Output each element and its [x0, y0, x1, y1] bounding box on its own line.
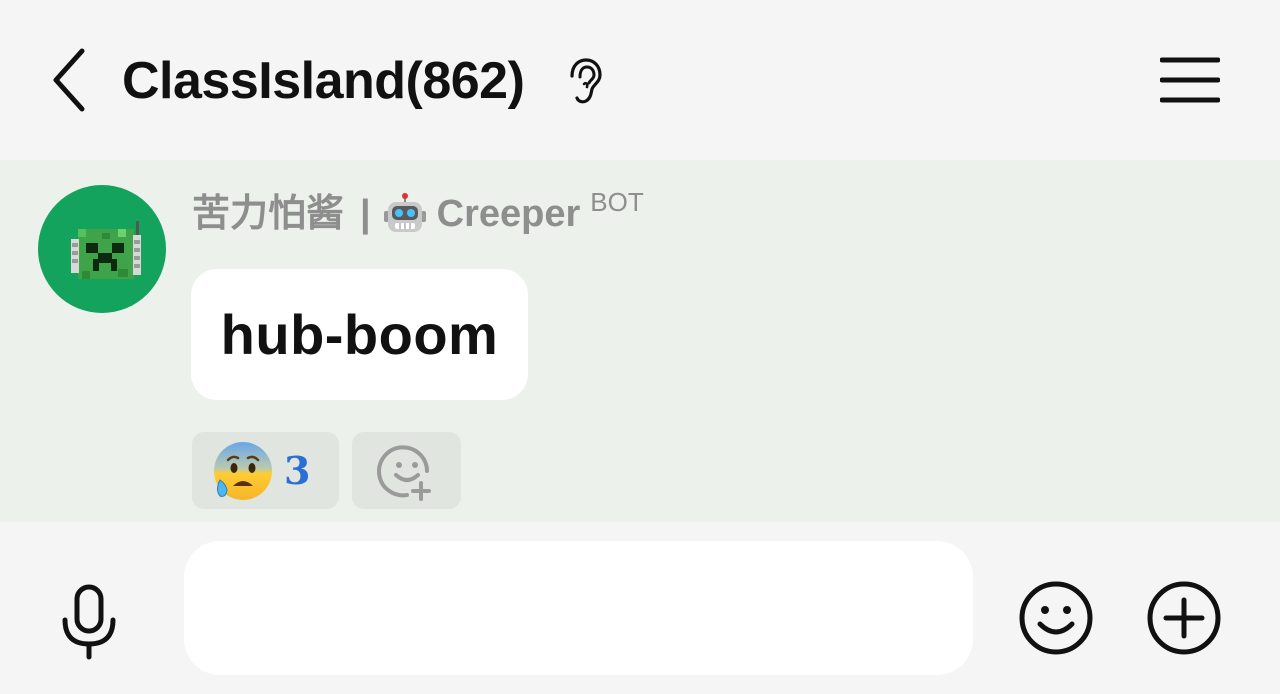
message-bubble[interactable]: hub-boom: [191, 269, 528, 400]
composer-bar: [0, 522, 1280, 694]
reaction-chip[interactable]: 3: [192, 432, 339, 509]
message-text: hub-boom: [220, 303, 499, 366]
more-actions-button[interactable]: [1144, 578, 1224, 658]
add-reaction-button[interactable]: [352, 432, 461, 509]
add-reaction-icon: [376, 444, 431, 501]
smiley-icon: [1019, 581, 1093, 655]
chat-title: ClassIsland(862): [122, 52, 525, 110]
creeper-robot-avatar: [71, 221, 141, 279]
back-button[interactable]: [40, 42, 96, 118]
message-input[interactable]: [184, 541, 973, 675]
chat-header: ClassIsland(862): [0, 0, 1280, 160]
anxious-face-with-sweat-emoji: [214, 442, 272, 500]
chevron-left-icon: [53, 48, 85, 112]
name-separator: |: [360, 193, 371, 235]
sender-handle: Creeper: [436, 193, 581, 235]
menu-button[interactable]: [1150, 48, 1230, 112]
sender-avatar[interactable]: [38, 185, 166, 313]
message-list[interactable]: 苦力怕酱 | Creeper BOT hub-boom 3: [0, 160, 1280, 522]
voice-button[interactable]: [50, 580, 128, 664]
bot-tag: BOT: [590, 187, 644, 217]
plus-circle-icon: [1147, 581, 1221, 655]
sender-name: 苦力怕酱: [192, 193, 345, 235]
robot-face-emoji: [383, 193, 426, 232]
reaction-count: 3: [284, 448, 311, 493]
hamburger-menu-icon: [1160, 57, 1220, 103]
emoji-button[interactable]: [1016, 578, 1096, 658]
microphone-icon: [62, 584, 116, 660]
sender-name-line: 苦力怕酱 | Creeper BOT: [192, 187, 644, 240]
ear-icon[interactable]: [564, 56, 604, 106]
